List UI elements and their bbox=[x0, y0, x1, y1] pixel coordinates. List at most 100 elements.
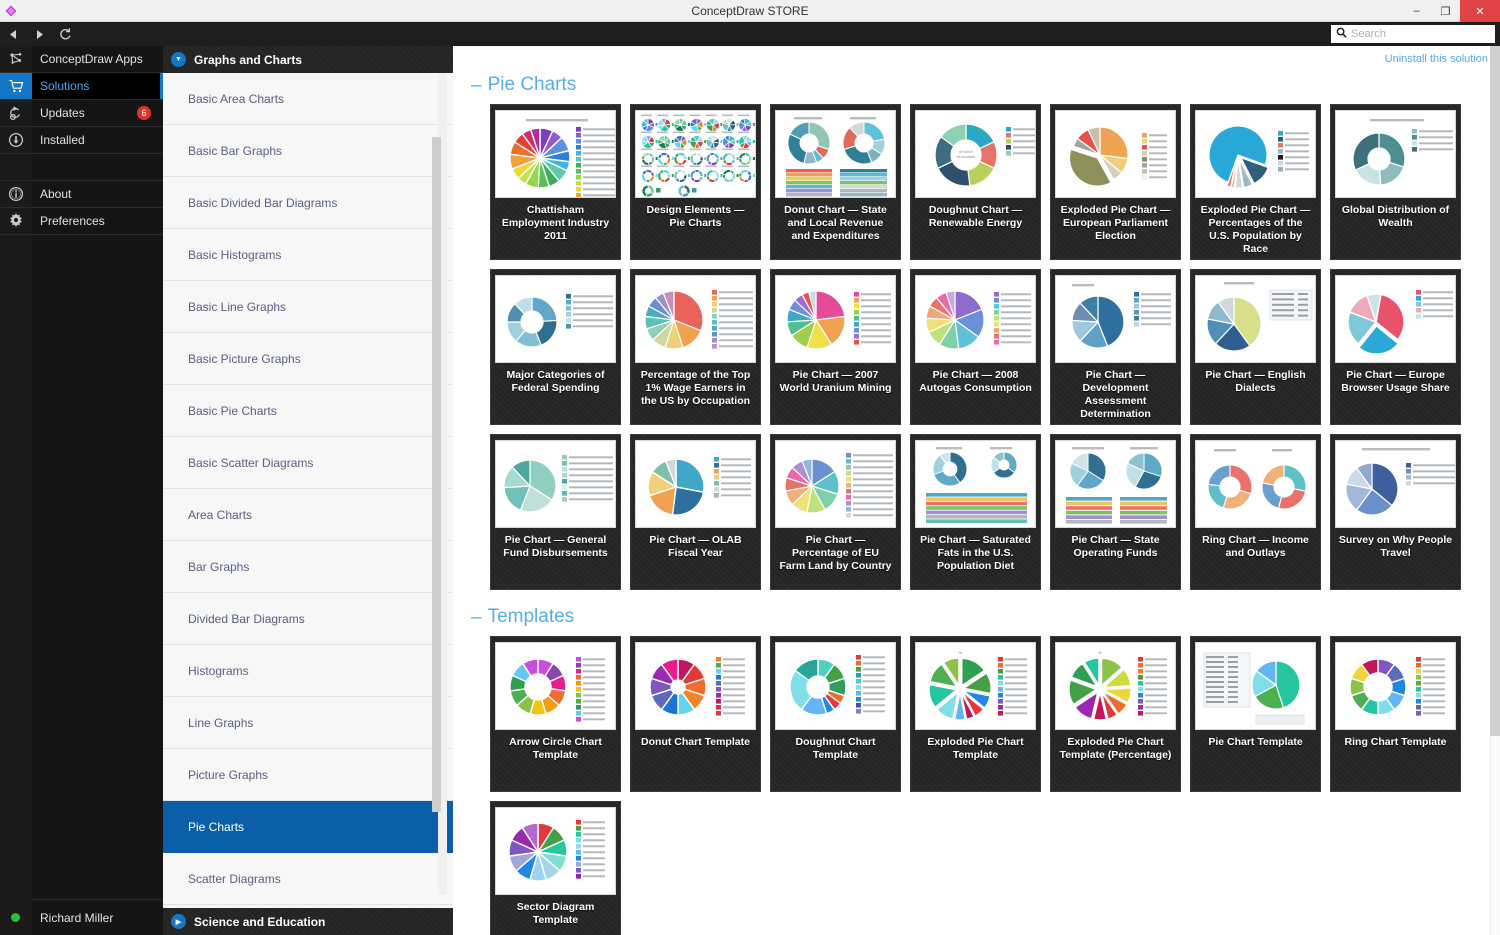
rail-download-arrow-icon[interactable] bbox=[0, 127, 32, 154]
solution-item-histograms[interactable]: Histograms bbox=[163, 645, 453, 697]
solution-tile[interactable]: Chattisham Employment Industry 2011 bbox=[490, 104, 621, 260]
solutions-scrollbar-track[interactable] bbox=[432, 73, 447, 895]
rail-shopping-cart-icon[interactable] bbox=[0, 73, 32, 100]
solution-tile[interactable]: Design Elements — Pie Charts bbox=[630, 104, 761, 260]
rail-apps-network-icon[interactable] bbox=[0, 46, 32, 73]
solution-item-picture-graphs[interactable]: Picture Graphs bbox=[163, 749, 453, 801]
solution-tile[interactable]: Ring Chart — Income and Outlays bbox=[1190, 434, 1321, 590]
main-scrollbar-thumb[interactable] bbox=[1490, 46, 1500, 736]
solution-item-basic-divided-bar-diagrams[interactable]: Basic Divided Bar Diagrams bbox=[163, 177, 453, 229]
collapse-toggle-icon[interactable]: – bbox=[471, 608, 482, 627]
solutions-scrollbar-thumb[interactable] bbox=[432, 137, 441, 812]
nav-item-conceptdraw-apps[interactable]: ConceptDraw Apps bbox=[32, 46, 163, 73]
updates-badge: 6 bbox=[137, 106, 151, 120]
nav-item-solutions[interactable]: Solutions bbox=[32, 73, 163, 100]
solution-item-bar-graphs[interactable]: Bar Graphs bbox=[163, 541, 453, 593]
solution-tile[interactable]: Arrow Circle Chart Template bbox=[490, 636, 621, 792]
nav-label: ConceptDraw Apps bbox=[40, 52, 143, 66]
solution-item-area-charts[interactable]: Area Charts bbox=[163, 489, 453, 541]
solution-tile[interactable]: Pie Chart — OLAB Fiscal Year bbox=[630, 434, 761, 590]
section-title-label: Pie Charts bbox=[487, 74, 577, 95]
solution-item-basic-picture-graphs[interactable]: Basic Picture Graphs bbox=[163, 333, 453, 385]
solution-tile[interactable]: Sector Diagram Template bbox=[490, 801, 621, 935]
section-title-pie-charts[interactable]: – Pie Charts bbox=[471, 74, 1500, 96]
solution-item-basic-area-charts[interactable]: Basic Area Charts bbox=[163, 73, 453, 125]
solution-item-basic-line-graphs[interactable]: Basic Line Graphs bbox=[163, 281, 453, 333]
solution-item-label: Basic Scatter Diagrams bbox=[188, 455, 314, 470]
nav-item-installed[interactable]: Installed bbox=[32, 127, 163, 154]
maximize-button[interactable]: ❐ bbox=[1431, 0, 1460, 22]
tile-thumbnail-tpl-exploded-pct: % bbox=[1055, 642, 1176, 730]
title-bar: ConceptDraw STORE – ❐ ✕ bbox=[0, 0, 1500, 22]
solution-tile[interactable]: Pie Chart — General Fund Disbursements bbox=[490, 434, 621, 590]
solution-tile[interactable]: Doughnut Chart Template bbox=[770, 636, 901, 792]
solution-tile[interactable]: Donut Chart — State and Local Revenue an… bbox=[770, 104, 901, 260]
collapse-toggle-icon[interactable]: – bbox=[471, 76, 482, 95]
tile-thumbnail-donut-federal-spending bbox=[495, 275, 616, 363]
solution-tile[interactable]: of which renewable Doughnut Chart — Renewa… bbox=[910, 104, 1041, 260]
back-arrow-icon[interactable] bbox=[0, 22, 26, 46]
search-box[interactable] bbox=[1331, 25, 1495, 43]
tile-thumbnail-pie-development bbox=[1055, 275, 1176, 363]
solution-tile[interactable]: Pie Chart — Development Assessment Deter… bbox=[1050, 269, 1181, 425]
solution-item-basic-scatter-diagrams[interactable]: Basic Scatter Diagrams bbox=[163, 437, 453, 489]
rail-info-circle-icon[interactable] bbox=[0, 181, 32, 208]
section-title-templates[interactable]: – Templates bbox=[471, 606, 1500, 628]
nav-item-about[interactable]: About bbox=[32, 181, 163, 208]
solution-item-basic-histograms[interactable]: Basic Histograms bbox=[163, 229, 453, 281]
solution-tile[interactable]: % Exploded Pie Chart Template bbox=[910, 636, 1041, 792]
refresh-icon[interactable] bbox=[52, 22, 78, 46]
close-button[interactable]: ✕ bbox=[1460, 0, 1500, 22]
rail-spacer bbox=[0, 154, 32, 181]
solution-tile[interactable]: Pie Chart — Europe Browser Usage Share bbox=[1330, 269, 1461, 425]
solution-tile[interactable]: Pie Chart — 2007 World Uranium Mining bbox=[770, 269, 901, 425]
nav-item-preferences[interactable]: Preferences bbox=[32, 208, 163, 235]
tile-thumbnail-tpl-donut bbox=[635, 642, 756, 730]
solution-tile[interactable]: Pie Chart Template bbox=[1190, 636, 1321, 792]
uninstall-solution-link[interactable]: Uninstall this solution bbox=[1385, 53, 1488, 65]
minimize-button[interactable]: – bbox=[1402, 0, 1431, 22]
solution-item-label: Basic Line Graphs bbox=[188, 299, 287, 314]
solution-item-divided-bar-diagrams[interactable]: Divided Bar Diagrams bbox=[163, 593, 453, 645]
rail-updates-icon[interactable] bbox=[0, 100, 32, 127]
solution-tile[interactable]: Percentage of the Top 1% Wage Earners in… bbox=[630, 269, 761, 425]
forward-arrow-icon[interactable] bbox=[26, 22, 52, 46]
user-status-bar[interactable]: Richard Miller bbox=[11, 899, 163, 935]
tile-thumbnail-pie-dialects bbox=[1195, 275, 1316, 363]
tile-thumbnail-two-pies-funds bbox=[1055, 440, 1176, 528]
solution-tile[interactable]: Pie Chart — English Dialects bbox=[1190, 269, 1321, 425]
tile-caption: Exploded Pie Chart Template bbox=[927, 736, 1024, 762]
solution-item-scatter-diagrams[interactable]: Scatter Diagrams bbox=[163, 853, 453, 905]
chevron-right-circle-icon: ▶ bbox=[171, 914, 186, 929]
search-input[interactable] bbox=[1351, 28, 1489, 40]
solution-item-basic-bar-graphs[interactable]: Basic Bar Graphs bbox=[163, 125, 453, 177]
solution-tile[interactable]: % Exploded Pie Chart Template (Percentage… bbox=[1050, 636, 1181, 792]
solution-item-pie-charts[interactable]: Pie Charts bbox=[163, 801, 453, 853]
tile-thumbnail-pie-saturated-fats bbox=[915, 440, 1036, 528]
solution-tile[interactable]: Exploded Pie Chart — Percentages of the … bbox=[1190, 104, 1321, 260]
tile-thumbnail-doughnut-renewable: of which renewable bbox=[915, 110, 1036, 198]
solution-tile[interactable]: Donut Chart Template bbox=[630, 636, 761, 792]
main-scrollbar-track[interactable] bbox=[1490, 46, 1500, 935]
solution-tile[interactable]: Exploded Pie Chart — European Parliament… bbox=[1050, 104, 1181, 260]
solution-tile[interactable]: Major Categories of Federal Spending bbox=[490, 269, 621, 425]
solution-tile[interactable]: Survey on Why People Travel bbox=[1330, 434, 1461, 590]
solution-item-basic-pie-charts[interactable]: Basic Pie Charts bbox=[163, 385, 453, 437]
tile-caption: Pie Chart — English Dialects bbox=[1205, 369, 1306, 395]
solution-tile[interactable]: Global Distribution of Wealth bbox=[1330, 104, 1461, 260]
solutions-items: Basic Area Charts Basic Bar Graphs Basic D… bbox=[163, 73, 453, 905]
nav-item-updates[interactable]: Updates 6 bbox=[32, 100, 163, 127]
solution-tile[interactable]: Pie Chart — Percentage of EU Farm Land b… bbox=[770, 434, 901, 590]
solution-tile[interactable]: Pie Chart — State Operating Funds bbox=[1050, 434, 1181, 590]
solution-tile[interactable]: Pie Chart — 2008 Autogas Consumption bbox=[910, 269, 1041, 425]
solution-tile[interactable]: Ring Chart Template bbox=[1330, 636, 1461, 792]
rail-gear-icon[interactable] bbox=[0, 208, 32, 235]
solution-item-line-graphs[interactable]: Line Graphs bbox=[163, 697, 453, 749]
tile-caption: Percentage of the Top 1% Wage Earners in… bbox=[640, 369, 751, 408]
tile-thumbnail-two-donuts-tables bbox=[775, 110, 896, 198]
solutions-group-header[interactable]: ▼ Graphs and Charts bbox=[163, 46, 453, 73]
nav-label: Updates bbox=[40, 106, 85, 120]
tile-thumbnail-doughnut-wealth bbox=[1335, 110, 1456, 198]
solution-tile[interactable]: Pie Chart — Saturated Fats in the U.S. P… bbox=[910, 434, 1041, 590]
solutions-group-footer[interactable]: ▶ Science and Education bbox=[163, 908, 453, 935]
